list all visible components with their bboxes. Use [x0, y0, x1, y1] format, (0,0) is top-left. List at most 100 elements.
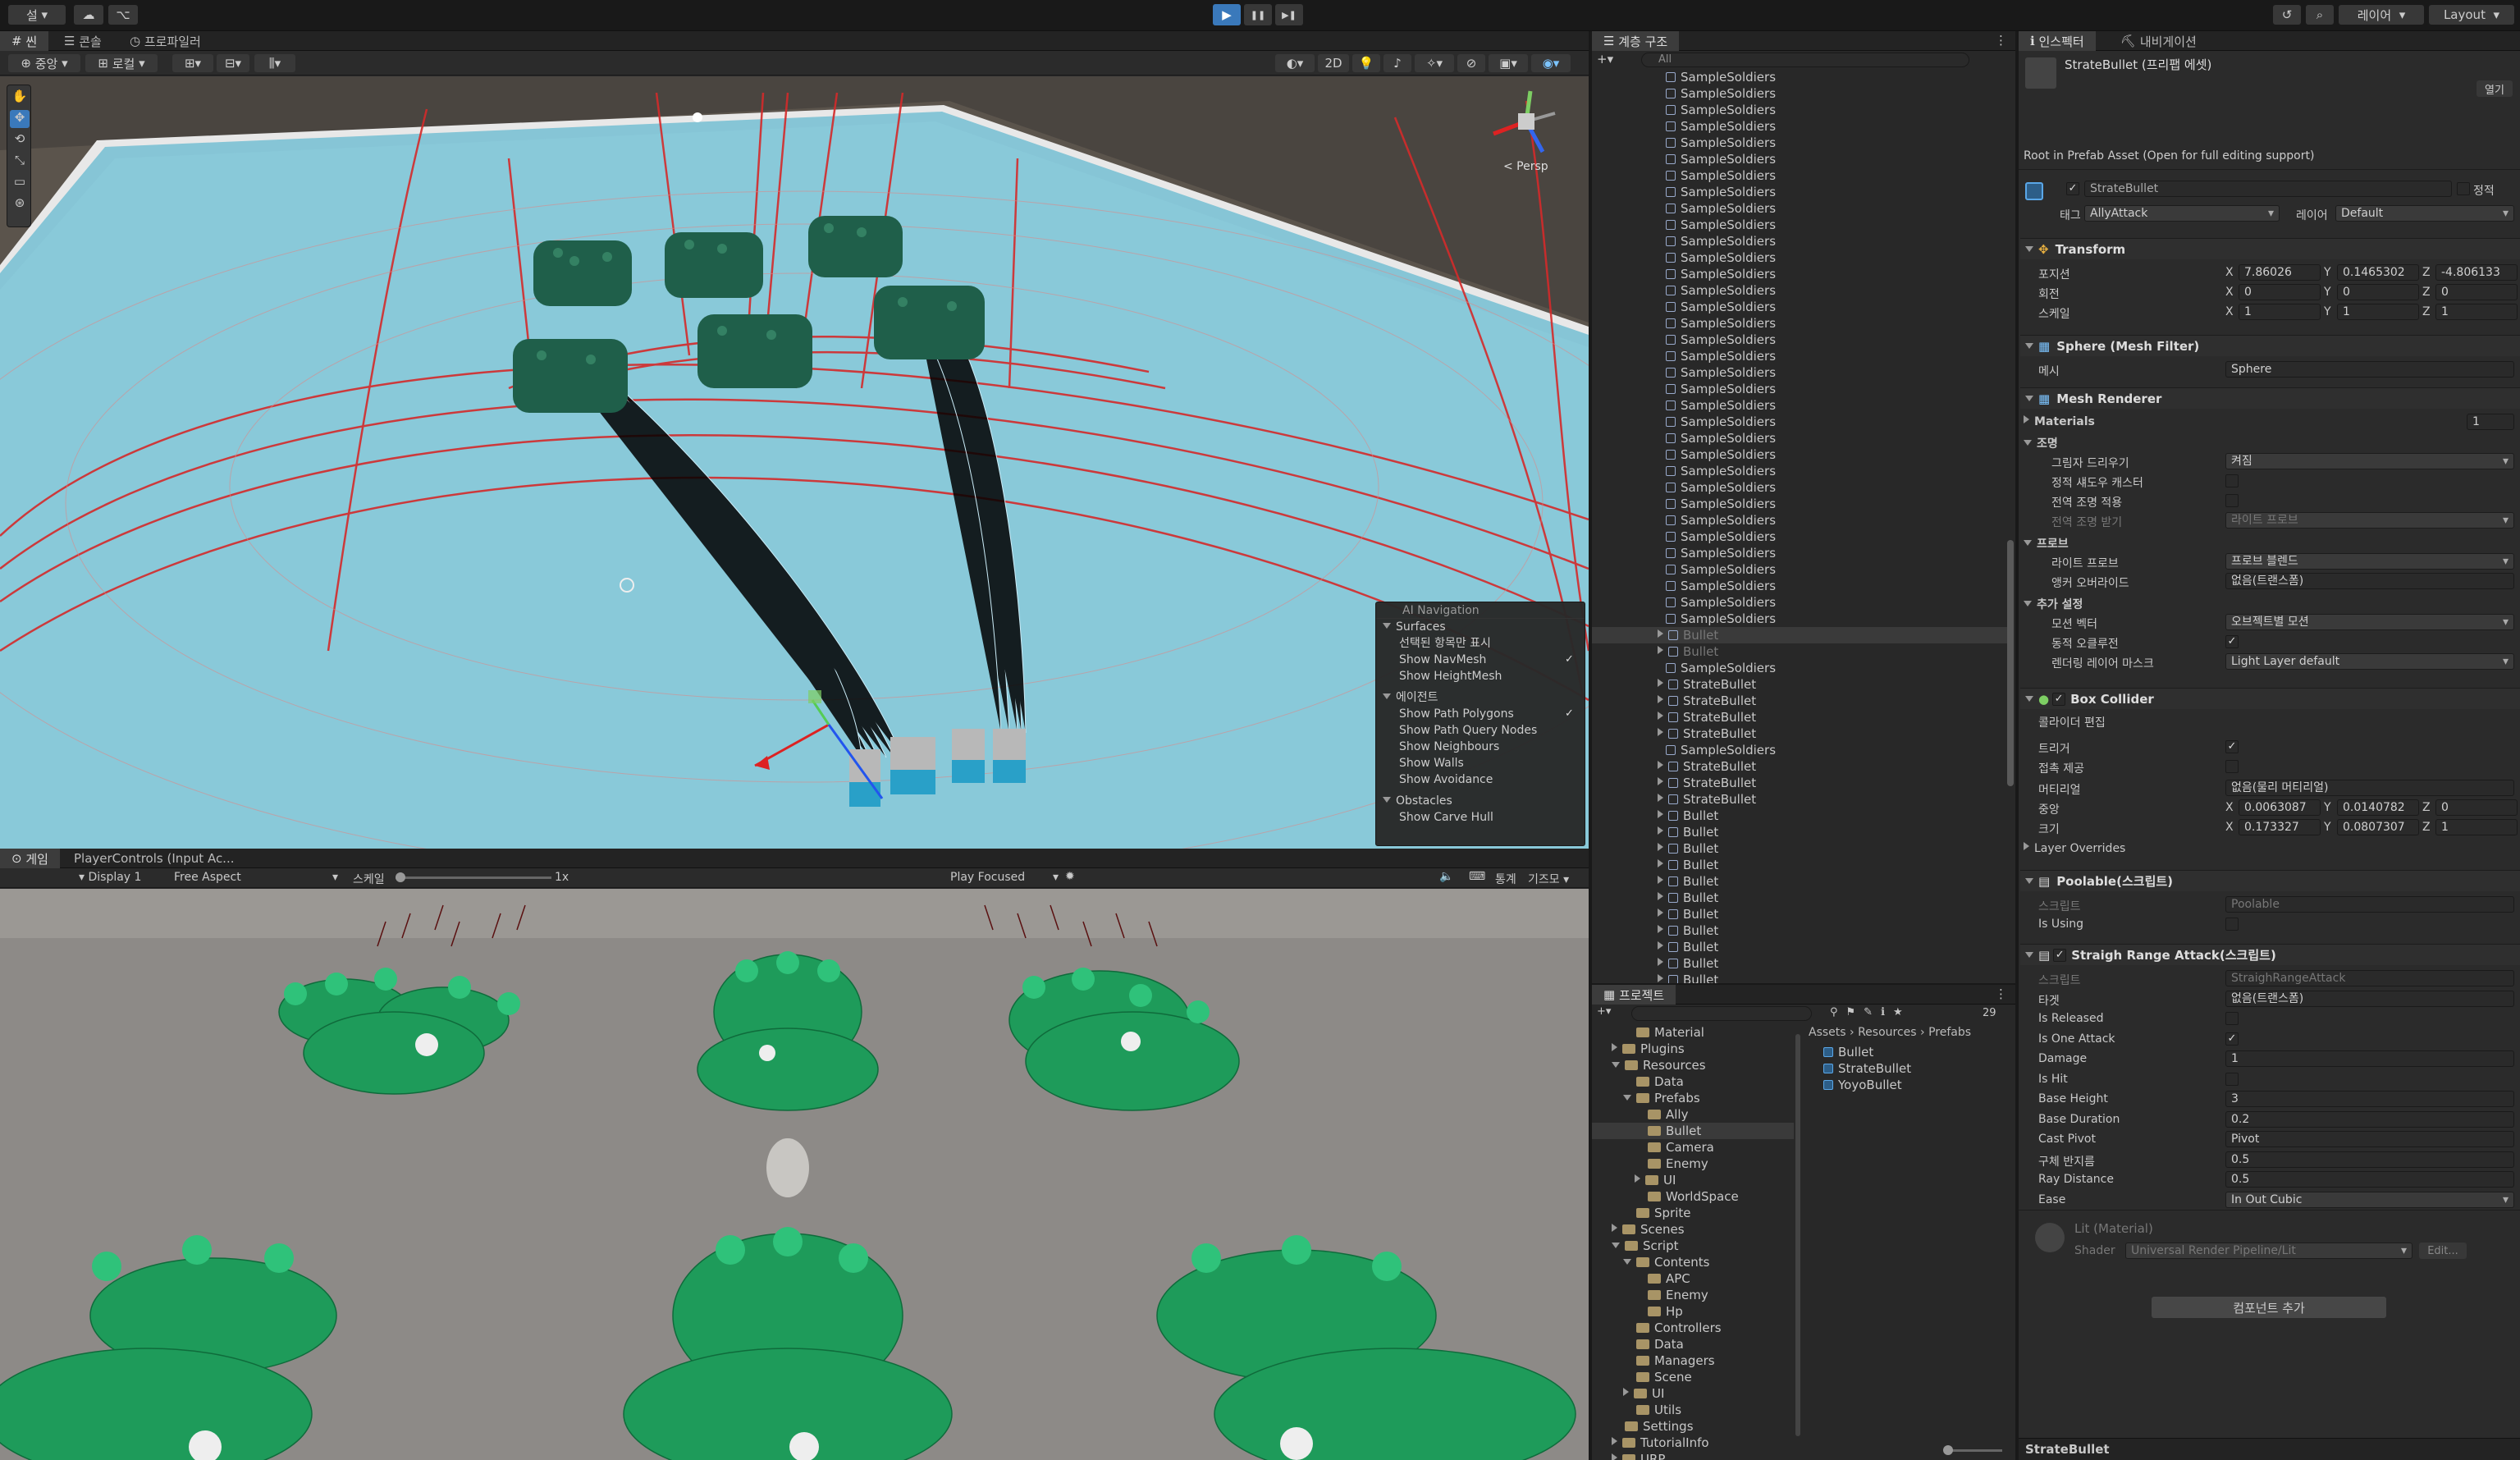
project-folder[interactable]: Prefabs [1592, 1090, 1794, 1106]
expand-arrow-icon[interactable] [1658, 925, 1663, 933]
tab-game[interactable]: ⊙ 게임 [0, 849, 60, 868]
hierarchy-row[interactable]: SampleSoldiers [1592, 414, 2009, 430]
box-collider-header[interactable]: ● ✓ Box Collider [2020, 688, 2520, 709]
agents-foldout[interactable]: 에이전트 [1376, 689, 1585, 706]
play-focused-dropdown[interactable]: Play Focused ▾ [950, 871, 1059, 884]
hand-tool-icon[interactable]: ✋ [10, 89, 30, 107]
project-folder[interactable]: URP [1592, 1451, 1794, 1460]
scale-slider[interactable] [396, 872, 551, 882]
step-button[interactable]: ▶❚ [1275, 4, 1303, 25]
tab-scene[interactable]: # 씬 [0, 31, 49, 51]
hierarchy-row[interactable]: StrateBullet [1592, 693, 2009, 709]
nav-option-checkbox[interactable] [1565, 725, 1576, 736]
expand-arrow-icon[interactable] [1658, 826, 1663, 835]
static-checkbox[interactable] [2457, 182, 2470, 195]
expand-arrow-icon[interactable] [1658, 761, 1663, 769]
vector-field-z[interactable]: 1 [2435, 304, 2518, 320]
nav-option-checkbox[interactable]: ✓ [1565, 654, 1576, 666]
hierarchy-row[interactable]: StrateBullet [1592, 709, 2009, 725]
project-folder[interactable]: Data [1592, 1336, 1794, 1352]
shader-dropdown[interactable]: Universal Render Pipeline/Lit [2125, 1243, 2413, 1259]
expand-arrow-icon[interactable] [1658, 712, 1663, 720]
project-folder[interactable]: UI [1592, 1385, 1794, 1402]
project-folder[interactable]: APC [1592, 1270, 1794, 1287]
nav-option[interactable]: Show Avoidance [1376, 771, 1585, 788]
rotate-tool-icon[interactable]: ⟲ [10, 131, 30, 149]
project-file[interactable]: StrateBullet [1823, 1060, 2012, 1077]
nav-option-checkbox[interactable] [1565, 638, 1576, 649]
nav-option[interactable]: Show NavMesh ✓ [1376, 652, 1585, 668]
hierarchy-row[interactable]: SampleSoldiers [1592, 578, 2009, 594]
project-folder[interactable]: Scene [1592, 1369, 1794, 1385]
tab-navigation[interactable]: ⛏ 내비게이션 [2109, 31, 2208, 51]
project-file[interactable]: YoyoBullet [1823, 1077, 2012, 1093]
hierarchy-row[interactable]: SampleSoldiers [1592, 742, 2009, 758]
project-menu-icon[interactable]: ⋮ [1995, 986, 2007, 1001]
collider-material-field[interactable]: 없음(물리 머티리얼) [2225, 780, 2514, 796]
light-probes-dropdown[interactable]: 프로브 블렌드 [2225, 553, 2514, 570]
expand-arrow-icon[interactable] [1658, 876, 1663, 884]
attack-field-checkbox[interactable] [2225, 1072, 2239, 1086]
history-icon[interactable]: ↺ [2273, 5, 2301, 25]
hierarchy-row[interactable]: SampleSoldiers [1592, 151, 2009, 167]
hierarchy-row[interactable]: Bullet [1592, 857, 2009, 873]
open-prefab-button[interactable]: 열기 [2477, 80, 2513, 97]
toggle-2d-button[interactable]: 2D [1318, 54, 1349, 72]
vector-field-y[interactable]: 0.1465302 [2337, 264, 2419, 281]
contact-checkbox[interactable] [2225, 760, 2239, 773]
hierarchy-row[interactable]: SampleSoldiers [1592, 660, 2009, 676]
expand-arrow-icon[interactable] [1658, 892, 1663, 900]
nav-option-checkbox[interactable] [1565, 757, 1576, 769]
expand-arrow-icon[interactable] [1658, 859, 1663, 867]
expand-arrow-icon[interactable] [1612, 1453, 1617, 1460]
vector-field-x[interactable]: 0.173327 [2239, 819, 2321, 835]
shader-edit-button[interactable]: Edit... [2419, 1243, 2467, 1259]
expand-arrow-icon[interactable] [1658, 843, 1663, 851]
expand-arrow-icon[interactable] [1658, 629, 1663, 638]
mesh-filter-header[interactable]: ▦ Sphere (Mesh Filter) [2020, 335, 2520, 356]
nav-option[interactable]: 선택된 항목만 표시 [1376, 635, 1585, 652]
hidden-objects-icon[interactable]: ⊘ [1457, 54, 1485, 72]
expand-arrow-icon[interactable] [1612, 1043, 1617, 1051]
expand-arrow-icon[interactable] [1623, 1259, 1631, 1265]
expand-arrow-icon[interactable] [1658, 908, 1663, 917]
tab-hierarchy[interactable]: ☰ 계층 구조 [1592, 31, 1680, 51]
transform-tool-icon[interactable]: ⊛ [10, 195, 30, 213]
tab-profiler[interactable]: ◷ 프로파일러 [118, 31, 213, 51]
tab-player-controls[interactable]: PlayerControls (Input Ac... [62, 849, 246, 868]
hierarchy-row[interactable]: SampleSoldiers [1592, 135, 2009, 151]
project-folder[interactable]: Resources [1592, 1057, 1794, 1073]
hierarchy-row[interactable]: SampleSoldiers [1592, 512, 2009, 529]
project-folder[interactable]: Enemy [1592, 1156, 1794, 1172]
cast-shadows-dropdown[interactable]: 켜짐 [2225, 453, 2514, 469]
vector-field-y[interactable]: 0 [2337, 284, 2419, 300]
trigger-checkbox[interactable]: ✓ [2225, 740, 2239, 753]
occlusion-checkbox[interactable]: ✓ [2225, 635, 2239, 648]
vector-field-x[interactable]: 0.0063087 [2239, 799, 2321, 816]
expand-arrow-icon[interactable] [1658, 777, 1663, 785]
project-folder[interactable]: TutorialInfo [1592, 1435, 1794, 1451]
vector-field-z[interactable]: 1 [2435, 819, 2518, 835]
hierarchy-row[interactable]: SampleSoldiers [1592, 118, 2009, 135]
hierarchy-row[interactable]: SampleSoldiers [1592, 545, 2009, 561]
hierarchy-row[interactable]: SampleSoldiers [1592, 102, 2009, 118]
gizmos-toggle-icon[interactable]: ◉▾ [1531, 54, 1571, 72]
breadcrumb-assets[interactable]: Assets [1809, 1026, 1846, 1039]
hierarchy-row[interactable]: SampleSoldiers [1592, 266, 2009, 282]
icon-size-slider[interactable] [1943, 1445, 2002, 1455]
hierarchy-row[interactable]: SampleSoldiers [1592, 529, 2009, 545]
expand-arrow-icon[interactable] [1612, 1243, 1620, 1248]
straight-attack-enabled[interactable]: ✓ [2053, 948, 2067, 962]
hierarchy-row[interactable]: Bullet [1592, 627, 2009, 643]
hierarchy-row[interactable]: SampleSoldiers [1592, 397, 2009, 414]
add-component-button[interactable]: 컴포넌트 추가 [2152, 1297, 2386, 1318]
straight-attack-header[interactable]: ▤ ✓ Straigh Range Attack(스크립트) [2020, 944, 2520, 965]
hierarchy-row[interactable]: StrateBullet [1592, 775, 2009, 791]
project-folder[interactable]: Plugins [1592, 1041, 1794, 1057]
box-collider-enabled[interactable]: ✓ [2052, 692, 2066, 706]
project-folder[interactable]: Data [1592, 1073, 1794, 1090]
hierarchy-row[interactable]: Bullet [1592, 873, 2009, 890]
expand-arrow-icon[interactable] [1635, 1174, 1640, 1183]
hierarchy-row[interactable]: SampleSoldiers [1592, 496, 2009, 512]
align-button[interactable]: ⫼▾ [254, 54, 295, 72]
